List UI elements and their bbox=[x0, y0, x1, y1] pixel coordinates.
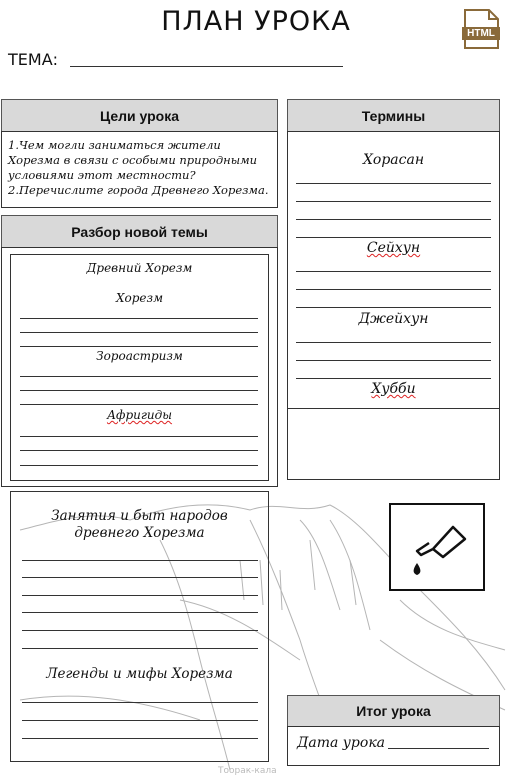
term-item: Джейхун bbox=[358, 311, 429, 327]
dropper-icon-box bbox=[389, 503, 485, 591]
terms-header: Термины bbox=[287, 99, 500, 132]
html-badge-label: HTML bbox=[467, 28, 495, 39]
date-label: Дата урока bbox=[297, 735, 386, 751]
occupations-heading: Занятия и быт народов древнего Хорезма bbox=[51, 508, 228, 541]
new-topic-item: Зороастризм bbox=[96, 349, 183, 363]
html-file-icon[interactable]: HTML bbox=[461, 9, 501, 49]
date-input-line[interactable] bbox=[388, 748, 489, 749]
dropper-icon bbox=[413, 525, 467, 575]
page-title: ПЛАН УРОКА bbox=[161, 6, 351, 37]
watermark: Тоорак-кала bbox=[218, 766, 277, 776]
new-topic-item: Хорезм bbox=[115, 291, 164, 305]
new-topic-inner bbox=[10, 254, 269, 481]
goals-header: Цели урока bbox=[1, 99, 278, 132]
summary-header: Итог урока bbox=[287, 695, 500, 727]
goals-box: 1.Чем могли заниматься жители Хорезма в … bbox=[1, 131, 278, 208]
legends-heading: Легенды и мифы Хорезма bbox=[46, 666, 233, 682]
term-item: Сейхун bbox=[366, 240, 421, 256]
term-item: Хубби bbox=[371, 381, 416, 397]
new-topic-header: Разбор новой темы bbox=[1, 215, 278, 248]
topic-label: ТЕМА: bbox=[8, 50, 59, 69]
topic-input-line[interactable] bbox=[70, 66, 343, 67]
new-topic-title: Древний Хорезм bbox=[86, 261, 193, 275]
new-topic-item: Афригиды bbox=[106, 408, 173, 422]
goals-text: 1.Чем могли заниматься жители Хорезма в … bbox=[8, 138, 269, 197]
term-item: Хорасан bbox=[362, 152, 425, 168]
